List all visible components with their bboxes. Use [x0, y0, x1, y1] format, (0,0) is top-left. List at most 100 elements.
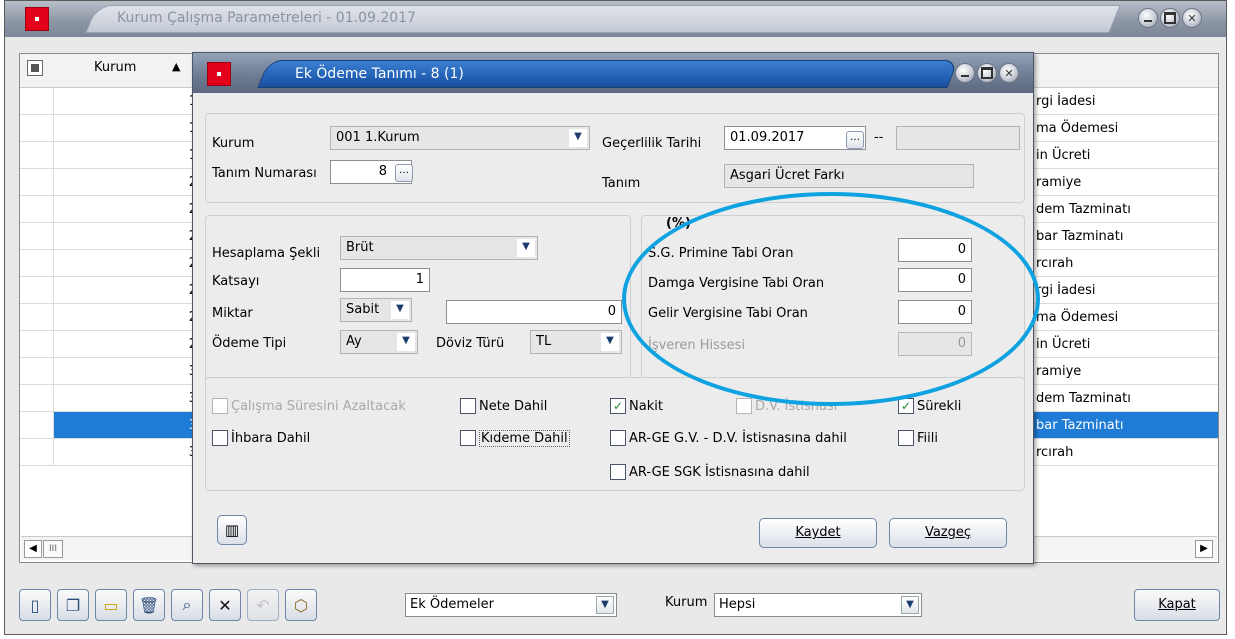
- katsayi-value: 1: [415, 272, 424, 287]
- arge-sgk-checkbox[interactable]: AR-GE SGK İstisnasına dahil: [610, 462, 810, 482]
- ihbara-label: İhbara Dahil: [231, 430, 311, 446]
- katsayi-field[interactable]: 1: [340, 268, 430, 292]
- hesaplama-value: Brüt: [346, 240, 374, 255]
- main-titlebar[interactable]: Kurum Çalışma Parametreleri - 01.09.2017: [5, 1, 1226, 37]
- chevron-down-icon[interactable]: ▼: [391, 301, 409, 319]
- check-mark-icon[interactable]: ✓: [610, 398, 626, 414]
- undo-icon: ↶: [247, 589, 279, 621]
- row-name: rgi İadesi: [1036, 94, 1096, 109]
- odeme-tipi-select[interactable]: Ay ▼: [340, 330, 418, 354]
- hesaplama-select[interactable]: Brüt ▼: [340, 236, 538, 260]
- row-selector[interactable]: [20, 142, 54, 168]
- row-kurum: 2: [54, 223, 199, 249]
- filter-funnel-icon[interactable]: ⬡: [285, 589, 317, 621]
- row-selector[interactable]: [20, 250, 54, 276]
- miktar-type-select[interactable]: Sabit ▼: [340, 298, 412, 322]
- minimize-icon[interactable]: [955, 63, 975, 83]
- save-button[interactable]: Kaydet: [759, 518, 877, 548]
- row-selector[interactable]: [20, 331, 54, 357]
- checkbox-box[interactable]: [212, 430, 228, 446]
- row-kurum: 2: [54, 196, 199, 222]
- kurum-select[interactable]: 001 1.Kurum ▼: [330, 126, 590, 150]
- katsayi-label: Katsayı: [212, 274, 260, 289]
- list-type-select[interactable]: Ek Ödemeler ▼: [405, 593, 617, 617]
- delete-x-icon[interactable]: ✕: [209, 589, 241, 621]
- chevron-down-icon[interactable]: ▼: [569, 129, 587, 147]
- row-name: ma Ödemesi: [1036, 310, 1119, 325]
- records-icon[interactable]: ▥: [217, 515, 247, 545]
- kurum-filter-select[interactable]: Hepsi ▼: [714, 593, 922, 617]
- tanim-no-value: 8: [378, 164, 387, 179]
- checkbox-box: [736, 398, 752, 414]
- kideme-checkbox[interactable]: Kıdeme Dahil: [460, 428, 570, 448]
- fiili-checkbox[interactable]: Fiili: [898, 428, 938, 448]
- kurum-filter-value: Hepsi: [719, 597, 756, 612]
- column-header-kurum[interactable]: Kurum: [94, 60, 136, 75]
- tanim-no-lookup-button[interactable]: …: [395, 164, 413, 182]
- doviz-select[interactable]: TL ▼: [530, 330, 622, 354]
- chevron-down-icon[interactable]: ▼: [901, 596, 919, 614]
- scroll-thumb[interactable]: III: [43, 540, 63, 558]
- arge-gv-checkbox[interactable]: AR-GE G.V. - D.V. İstisnasına dahil: [610, 428, 847, 448]
- row-selector[interactable]: [20, 115, 54, 141]
- open-folder-icon[interactable]: ▭: [95, 589, 127, 621]
- row-name: bar Tazminatı: [1036, 418, 1124, 433]
- checkbox-box[interactable]: [460, 430, 476, 446]
- checkbox-box[interactable]: [898, 430, 914, 446]
- trash-icon[interactable]: 🗑: [133, 589, 165, 621]
- new-document-icon[interactable]: ▯: [19, 589, 51, 621]
- row-selector[interactable]: [20, 277, 54, 303]
- check-mark-icon[interactable]: ✓: [898, 398, 914, 414]
- nakit-label: Nakit: [629, 398, 663, 414]
- chevron-down-icon[interactable]: ▼: [397, 333, 415, 351]
- row-kurum: 2: [54, 277, 199, 303]
- miktar-field[interactable]: 0: [446, 300, 622, 324]
- checkbox-box[interactable]: [610, 464, 626, 480]
- sort-ascending-icon[interactable]: ▲: [172, 60, 180, 73]
- chevron-down-icon[interactable]: ▼: [517, 239, 535, 257]
- maximize-icon[interactable]: [977, 63, 997, 83]
- close-icon[interactable]: [999, 63, 1019, 83]
- scroll-left-icon[interactable]: ◀: [24, 540, 42, 558]
- row-selector[interactable]: [20, 358, 54, 384]
- copy-icon[interactable]: ❐: [57, 589, 89, 621]
- checkbox-box[interactable]: [610, 430, 626, 446]
- dialog-titlebar[interactable]: Ek Ödeme Tanımı - 8 (1): [193, 53, 1033, 93]
- row-selector[interactable]: [20, 439, 54, 465]
- cancel-button[interactable]: Vazgeç: [889, 518, 1007, 548]
- row-selector[interactable]: [20, 88, 54, 114]
- date-picker-button[interactable]: …: [846, 131, 864, 149]
- app-logo-icon: [207, 62, 231, 86]
- surekli-checkbox[interactable]: ✓ Sürekli: [898, 396, 961, 416]
- chevron-down-icon[interactable]: ▼: [596, 596, 614, 614]
- nete-dahil-checkbox[interactable]: Nete Dahil: [460, 396, 547, 416]
- row-selector[interactable]: [20, 223, 54, 249]
- miktar-type-value: Sabit: [346, 302, 380, 317]
- preview-icon[interactable]: ⌕: [171, 589, 203, 621]
- gecerlilik-field[interactable]: 01.09.2017: [724, 126, 866, 150]
- row-kurum: 1: [54, 115, 199, 141]
- maximize-icon[interactable]: [1160, 8, 1180, 28]
- row-name: rcırah: [1036, 256, 1074, 271]
- kurum-filter-label: Kurum: [665, 595, 708, 610]
- ihbara-checkbox[interactable]: İhbara Dahil: [212, 428, 310, 448]
- row-name: dem Tazminatı: [1036, 391, 1131, 406]
- close-icon[interactable]: [1182, 8, 1202, 28]
- row-selector[interactable]: [20, 412, 54, 438]
- minimize-icon[interactable]: [1138, 8, 1158, 28]
- scroll-right-icon[interactable]: ▶: [1195, 540, 1213, 558]
- chevron-down-icon[interactable]: ▼: [601, 333, 619, 351]
- close-button[interactable]: Kapat: [1134, 589, 1220, 621]
- checkbox-box[interactable]: [460, 398, 476, 414]
- arge-gv-label: AR-GE G.V. - D.V. İstisnasına dahil: [629, 430, 847, 446]
- nete-dahil-label: Nete Dahil: [479, 398, 548, 414]
- select-all-checkbox[interactable]: [27, 60, 43, 76]
- row-selector[interactable]: [20, 385, 54, 411]
- row-kurum: 2: [54, 331, 199, 357]
- row-selector[interactable]: [20, 169, 54, 195]
- window-title: Kurum Çalışma Parametreleri - 01.09.2017: [117, 10, 416, 26]
- row-selector[interactable]: [20, 304, 54, 330]
- nakit-checkbox[interactable]: ✓ Nakit: [610, 396, 663, 416]
- kurum-label: Kurum: [212, 136, 255, 151]
- row-selector[interactable]: [20, 196, 54, 222]
